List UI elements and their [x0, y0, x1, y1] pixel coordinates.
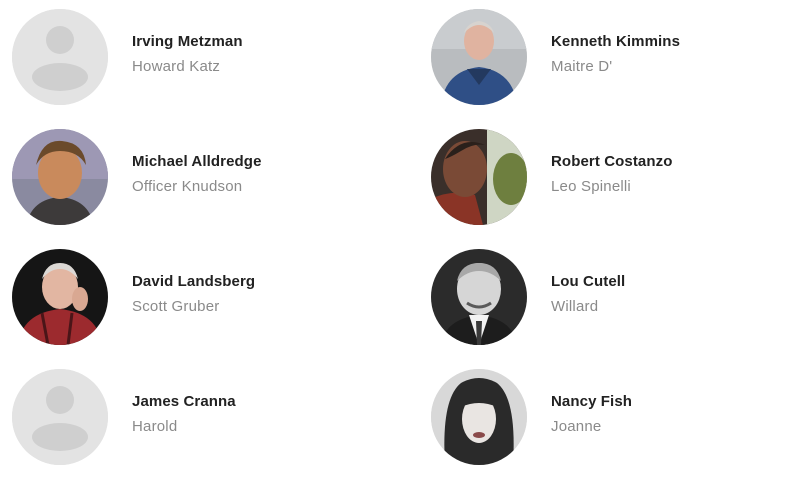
- cast-card-lou-cutell[interactable]: Lou Cutell Willard: [419, 240, 799, 345]
- cast-card-robert-costanzo[interactable]: Robert Costanzo Leo Spinelli: [419, 120, 799, 225]
- character-name: Leo Spinelli: [551, 178, 631, 195]
- actor-name[interactable]: Robert Costanzo: [551, 153, 673, 170]
- cast-card-irving-metzman[interactable]: Irving Metzman Howard Katz: [0, 0, 380, 105]
- cast-grid: Irving Metzman Howard Katz Kenneth Kimmi…: [0, 0, 809, 477]
- actor-name[interactable]: David Landsberg: [132, 273, 255, 290]
- actor-name[interactable]: Michael Alldredge: [132, 153, 262, 170]
- actor-photo: [431, 369, 527, 465]
- actor-name[interactable]: Kenneth Kimmins: [551, 33, 680, 50]
- character-name: Harold: [132, 418, 178, 435]
- character-name: Maitre D': [551, 58, 613, 75]
- actor-photo: [12, 249, 108, 345]
- cast-card-kenneth-kimmins[interactable]: Kenneth Kimmins Maitre D': [419, 0, 799, 105]
- actor-name[interactable]: Nancy Fish: [551, 393, 632, 410]
- character-name: Officer Knudson: [132, 178, 243, 195]
- character-name: Joanne: [551, 418, 602, 435]
- cast-card-michael-alldredge[interactable]: Michael Alldredge Officer Knudson: [0, 120, 380, 225]
- actor-name[interactable]: Irving Metzman: [132, 33, 243, 50]
- cast-card-david-landsberg[interactable]: David Landsberg Scott Gruber: [0, 240, 380, 345]
- cast-card-nancy-fish[interactable]: Nancy Fish Joanne: [419, 360, 799, 465]
- actor-photo: [431, 9, 527, 105]
- person-placeholder-icon: [12, 9, 108, 105]
- character-name: Scott Gruber: [132, 298, 220, 315]
- actor-name[interactable]: Lou Cutell: [551, 273, 625, 290]
- person-placeholder-icon: [12, 369, 108, 465]
- actor-photo: [431, 249, 527, 345]
- actor-photo: [12, 129, 108, 225]
- character-name: Willard: [551, 298, 599, 315]
- character-name: Howard Katz: [132, 58, 221, 75]
- actor-name[interactable]: James Cranna: [132, 393, 236, 410]
- cast-card-james-cranna[interactable]: James Cranna Harold: [0, 360, 380, 465]
- actor-photo: [431, 129, 527, 225]
